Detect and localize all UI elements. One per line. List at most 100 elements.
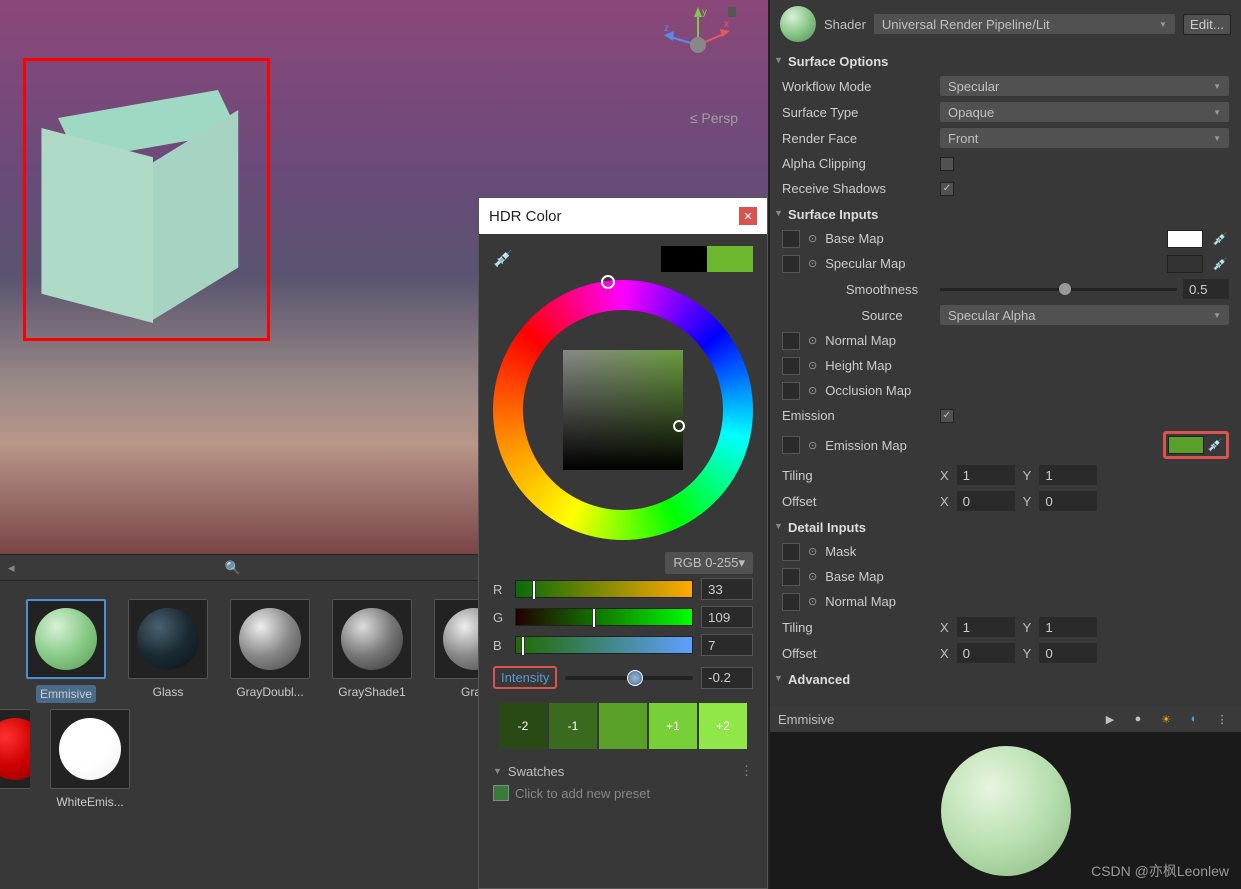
surface-inputs-header[interactable]: Surface Inputs bbox=[770, 201, 1241, 226]
normal-map-label: Normal Map bbox=[825, 333, 975, 348]
surface-options-header[interactable]: Surface Options bbox=[770, 48, 1241, 73]
emission-map-label: Emission Map bbox=[825, 438, 1155, 453]
eyedropper-icon[interactable]: 💉 bbox=[1211, 230, 1229, 248]
detail-inputs-header[interactable]: Detail Inputs bbox=[770, 514, 1241, 539]
tiling-y[interactable] bbox=[1039, 465, 1097, 485]
play-icon[interactable]: ▶ bbox=[1099, 708, 1121, 730]
thumb-label: Emmisive bbox=[36, 685, 96, 703]
asset-thumb[interactable] bbox=[0, 709, 30, 809]
saturation-value-box[interactable] bbox=[563, 350, 683, 470]
tiling-x[interactable] bbox=[957, 465, 1015, 485]
normal-map-tex[interactable] bbox=[782, 332, 800, 350]
intensity-label: Intensity bbox=[493, 666, 557, 689]
workflow-mode-dropdown[interactable]: Specular bbox=[940, 76, 1229, 96]
eyedropper-icon[interactable]: 💉 bbox=[1206, 436, 1224, 454]
env-icon[interactable]: ◐ bbox=[1183, 708, 1205, 730]
cube-object[interactable] bbox=[38, 90, 238, 320]
alpha-clipping-checkbox[interactable] bbox=[940, 157, 954, 171]
detail-base-map-tex[interactable] bbox=[782, 568, 800, 586]
detail-base-map-label: Base Map bbox=[825, 569, 975, 584]
r-slider[interactable] bbox=[515, 580, 693, 598]
asset-thumb[interactable]: GrayDoubl... bbox=[228, 599, 312, 703]
intensity-preset-button[interactable] bbox=[599, 703, 647, 749]
g-slider-row: G bbox=[493, 606, 753, 628]
d-tiling-x[interactable] bbox=[957, 617, 1015, 637]
svg-text:y: y bbox=[702, 7, 707, 18]
r-value[interactable] bbox=[701, 578, 753, 600]
color-mode-dropdown[interactable]: RGB 0-255▾ bbox=[665, 552, 753, 574]
advanced-header[interactable]: Advanced bbox=[770, 666, 1241, 691]
offset-x[interactable] bbox=[957, 491, 1015, 511]
x-label: X bbox=[940, 468, 949, 483]
menu-icon[interactable]: ⋮ bbox=[1211, 708, 1233, 730]
intensity-value[interactable] bbox=[701, 667, 753, 689]
specular-map-color[interactable] bbox=[1167, 255, 1203, 273]
swatches-header[interactable]: ▼ Swatches ⋮ bbox=[493, 763, 753, 779]
orientation-gizmo[interactable]: y x z bbox=[658, 5, 738, 75]
svg-text:z: z bbox=[664, 23, 669, 34]
render-face-dropdown[interactable]: Front bbox=[940, 128, 1229, 148]
shader-dropdown[interactable]: Universal Render Pipeline/Lit bbox=[874, 14, 1175, 34]
asset-thumb[interactable]: GrayShade1 bbox=[330, 599, 414, 703]
preview-name: Emmisive bbox=[778, 712, 834, 727]
height-map-label: Height Map bbox=[825, 358, 975, 373]
g-label: G bbox=[493, 610, 507, 625]
g-slider[interactable] bbox=[515, 608, 693, 626]
smoothness-slider[interactable] bbox=[940, 288, 1177, 291]
surface-type-dropdown[interactable]: Opaque bbox=[940, 102, 1229, 122]
projection-label[interactable]: ≤ Persp bbox=[690, 110, 738, 126]
color-wheel[interactable] bbox=[493, 280, 753, 540]
close-icon[interactable]: ✕ bbox=[739, 207, 757, 225]
b-label: B bbox=[493, 638, 507, 653]
intensity-slider[interactable] bbox=[565, 676, 693, 680]
intensity-preset-button[interactable]: +1 bbox=[649, 703, 697, 749]
source-label: Source bbox=[782, 308, 932, 323]
asset-thumb[interactable]: Emmisive bbox=[24, 599, 108, 703]
mask-tex[interactable] bbox=[782, 543, 800, 561]
sv-cursor[interactable] bbox=[673, 420, 685, 432]
intensity-preset-button[interactable]: +2 bbox=[699, 703, 747, 749]
asset-thumb[interactable]: WhiteEmis... bbox=[48, 709, 132, 809]
g-value[interactable] bbox=[701, 606, 753, 628]
dropdown-icon[interactable]: ◂ bbox=[8, 560, 15, 576]
sphere-icon[interactable]: ● bbox=[1127, 708, 1149, 730]
d-offset-y[interactable] bbox=[1039, 643, 1097, 663]
surface-type-label: Surface Type bbox=[782, 105, 932, 120]
d-offset-x[interactable] bbox=[957, 643, 1015, 663]
edit-button[interactable]: Edit... bbox=[1183, 14, 1231, 35]
intensity-preset-button[interactable]: -2 bbox=[499, 703, 547, 749]
menu-icon[interactable]: ⋮ bbox=[740, 763, 753, 779]
b-value[interactable] bbox=[701, 634, 753, 656]
svg-text:x: x bbox=[724, 19, 729, 30]
light-icon[interactable]: ☀ bbox=[1155, 708, 1177, 730]
old-color-swatch bbox=[661, 246, 707, 272]
height-map-tex[interactable] bbox=[782, 357, 800, 375]
base-map-tex[interactable] bbox=[782, 230, 800, 248]
intensity-preset-button[interactable]: -1 bbox=[549, 703, 597, 749]
search-icon[interactable]: 🔍 bbox=[225, 560, 241, 576]
d-tiling-y[interactable] bbox=[1039, 617, 1097, 637]
emission-map-color[interactable] bbox=[1168, 436, 1204, 454]
eyedropper-icon[interactable]: 💉 bbox=[493, 249, 513, 269]
specular-map-tex[interactable] bbox=[782, 255, 800, 273]
emission-checkbox[interactable]: ✓ bbox=[940, 409, 954, 423]
thumb-label: GrayDoubl... bbox=[236, 685, 303, 699]
smoothness-value[interactable] bbox=[1183, 279, 1229, 299]
y-label: Y bbox=[1023, 646, 1032, 661]
b-slider[interactable] bbox=[515, 636, 693, 654]
source-dropdown[interactable]: Specular Alpha bbox=[940, 305, 1229, 325]
hue-cursor[interactable] bbox=[601, 275, 615, 289]
thumb-label: GrayShade1 bbox=[338, 685, 405, 699]
preview-sphere bbox=[941, 746, 1071, 876]
receive-shadows-checkbox[interactable]: ✓ bbox=[940, 182, 954, 196]
add-preset-swatch[interactable] bbox=[493, 785, 509, 801]
asset-thumb[interactable]: Glass bbox=[126, 599, 210, 703]
base-map-color[interactable] bbox=[1167, 230, 1203, 248]
detail-normal-map-label: Normal Map bbox=[825, 594, 975, 609]
eyedropper-icon[interactable]: 💉 bbox=[1211, 255, 1229, 273]
offset-y[interactable] bbox=[1039, 491, 1097, 511]
emission-map-tex[interactable] bbox=[782, 436, 800, 454]
new-color-swatch bbox=[707, 246, 753, 272]
occlusion-map-tex[interactable] bbox=[782, 382, 800, 400]
detail-normal-map-tex[interactable] bbox=[782, 593, 800, 611]
